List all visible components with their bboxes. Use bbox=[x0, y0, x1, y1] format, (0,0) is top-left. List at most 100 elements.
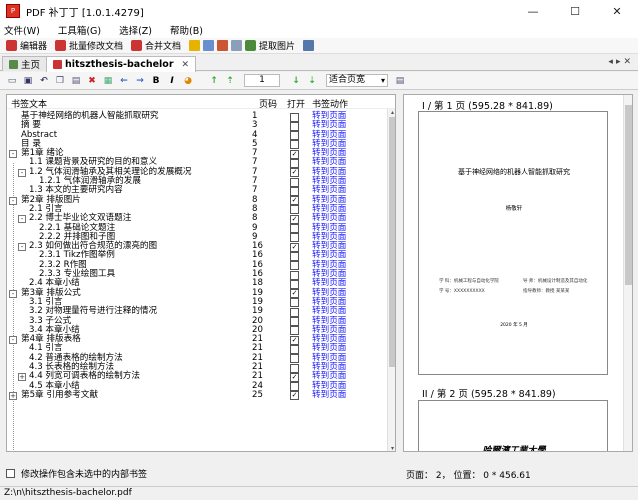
undo-icon[interactable]: ↶ bbox=[38, 75, 50, 87]
page1-header: I / 第 1 页 (595.28 * 841.89) bbox=[422, 101, 553, 112]
scroll-thumb[interactable] bbox=[389, 117, 395, 367]
tab-document[interactable]: hitszthesis-bachelor ✕ bbox=[46, 56, 197, 72]
open-checkbox[interactable] bbox=[290, 363, 299, 373]
merge-button[interactable]: 合并文档 bbox=[131, 39, 181, 52]
insert-icon[interactable]: ▤ bbox=[70, 75, 82, 87]
extract-images-button[interactable]: 提取图片 bbox=[245, 39, 295, 52]
col-page-header[interactable]: 页码 bbox=[259, 97, 277, 110]
open-checkbox[interactable] bbox=[290, 205, 299, 215]
maximize-icon[interactable]: ☐ bbox=[554, 0, 596, 22]
open-checkbox[interactable] bbox=[290, 298, 299, 308]
open-checkbox[interactable] bbox=[290, 121, 299, 131]
collapse-icon[interactable]: - bbox=[9, 150, 17, 159]
tool-icon-4[interactable] bbox=[231, 40, 243, 51]
open-checkbox[interactable] bbox=[290, 186, 299, 196]
bold-icon[interactable]: B bbox=[150, 75, 162, 87]
open-checkbox[interactable] bbox=[290, 251, 299, 261]
open-checkbox[interactable] bbox=[290, 233, 299, 243]
indent-icon[interactable]: ▦ bbox=[102, 75, 114, 87]
open-checkbox[interactable]: ✓ bbox=[290, 391, 299, 401]
menu-select[interactable]: 选择(Z) bbox=[119, 23, 152, 37]
table-row[interactable]: + 第5章 引用参考文献 25 ✓ 转到页面 bbox=[7, 390, 387, 401]
top-icon[interactable]: ⇡ bbox=[224, 75, 236, 87]
open-checkbox[interactable] bbox=[290, 131, 299, 141]
delete-icon[interactable]: ✖ bbox=[86, 75, 98, 87]
batch-modify-button[interactable]: 批量修改文档 bbox=[55, 39, 123, 52]
save-icon[interactable]: ▣ bbox=[22, 75, 34, 87]
bookmark-scrollbar[interactable]: ▴ ▾ bbox=[387, 109, 395, 451]
copy-icon[interactable]: ❐ bbox=[54, 75, 66, 87]
open-checkbox[interactable] bbox=[290, 224, 299, 234]
down-icon[interactable]: ↓ bbox=[290, 75, 302, 87]
include-inner-checkbox[interactable]: 修改操作包含未选中的内部书签 bbox=[6, 467, 147, 480]
right-icon[interactable]: → bbox=[134, 75, 146, 87]
tab-home[interactable]: 主页 bbox=[2, 56, 48, 71]
editor-button[interactable]: 编辑器 bbox=[6, 39, 47, 52]
open-checkbox[interactable] bbox=[290, 344, 299, 354]
open-checkbox[interactable] bbox=[290, 317, 299, 327]
scroll-up-icon[interactable]: ▴ bbox=[389, 109, 395, 116]
page-number-input[interactable]: 1 bbox=[244, 74, 280, 87]
open-checkbox[interactable] bbox=[290, 140, 299, 150]
goto-icon[interactable]: ⇣ bbox=[306, 75, 318, 87]
page1-preview[interactable]: 基于神经网络的机器人智能抓取研究 杨敬轩 学 科：机械工程与自动化学院 导 师：… bbox=[418, 111, 608, 375]
open-checkbox[interactable] bbox=[290, 326, 299, 336]
tab-close-icon[interactable]: ✕ bbox=[182, 60, 190, 70]
menu-file[interactable]: 文件(W) bbox=[4, 23, 40, 37]
open-checkbox[interactable] bbox=[290, 279, 299, 289]
expand-icon[interactable]: + bbox=[9, 391, 17, 400]
collapse-icon[interactable]: - bbox=[18, 243, 26, 252]
minimize-icon[interactable]: — bbox=[512, 0, 554, 22]
collapse-icon[interactable]: - bbox=[9, 196, 17, 205]
open-checkbox[interactable] bbox=[290, 354, 299, 364]
tool-icon-3[interactable] bbox=[217, 40, 229, 51]
bookmark-text[interactable]: 第5章 引用参考文献 bbox=[21, 390, 98, 400]
open-checkbox[interactable] bbox=[290, 261, 299, 271]
open-checkbox[interactable]: ✓ bbox=[290, 196, 299, 206]
new-icon[interactable]: ▭ bbox=[6, 75, 18, 87]
open-checkbox[interactable]: ✓ bbox=[290, 214, 299, 224]
bookmark-action-link[interactable]: 转到页面 bbox=[312, 390, 346, 400]
collapse-icon[interactable]: - bbox=[9, 336, 17, 345]
col-action-header[interactable]: 书签动作 bbox=[312, 97, 348, 110]
expand-icon[interactable]: + bbox=[18, 373, 26, 382]
preview-scrollbar[interactable] bbox=[623, 95, 632, 451]
page-status: 页面： 2， 位置： 0 * 456.61 bbox=[406, 471, 531, 481]
menu-toolbox[interactable]: 工具箱(G) bbox=[58, 23, 101, 37]
scroll-down-icon[interactable]: ▾ bbox=[389, 445, 395, 451]
col-open-header[interactable]: 打开 bbox=[287, 97, 305, 110]
preview-scroll-thumb[interactable] bbox=[625, 105, 632, 285]
open-checkbox[interactable] bbox=[290, 158, 299, 168]
zoom-select[interactable]: 适合页宽 bbox=[326, 74, 388, 87]
collapse-icon[interactable]: - bbox=[9, 289, 17, 298]
open-checkbox[interactable] bbox=[290, 112, 299, 122]
tool-icon-2[interactable] bbox=[203, 40, 215, 51]
italic-icon[interactable]: I bbox=[166, 75, 178, 87]
open-checkbox[interactable]: ✓ bbox=[290, 335, 299, 345]
tool-icon-5[interactable] bbox=[303, 40, 315, 51]
tab-scroll-icons[interactable]: ◂▸✕ bbox=[608, 57, 634, 67]
color-icon[interactable]: ◕ bbox=[182, 75, 194, 87]
page2-preview[interactable]: 哈爾濱工業大學 bbox=[418, 400, 608, 451]
menu-help[interactable]: 帮助(B) bbox=[170, 23, 203, 37]
tool-icon-1[interactable] bbox=[189, 40, 201, 51]
left-icon[interactable]: ← bbox=[118, 75, 130, 87]
open-checkbox[interactable] bbox=[290, 270, 299, 280]
collapse-icon[interactable]: - bbox=[18, 215, 26, 224]
bookmark-page[interactable]: 25 bbox=[252, 390, 263, 400]
open-checkbox[interactable] bbox=[290, 307, 299, 317]
col-text-header[interactable]: 书签文本 bbox=[11, 97, 47, 110]
bookmark-text[interactable]: 基于神经网络的机器人智能抓取研究 bbox=[21, 111, 159, 121]
open-checkbox[interactable]: ✓ bbox=[290, 289, 299, 299]
open-checkbox[interactable]: ✓ bbox=[290, 372, 299, 382]
close-icon[interactable]: ✕ bbox=[596, 0, 638, 22]
view-options-icon[interactable]: ▤ bbox=[394, 75, 406, 87]
open-checkbox[interactable] bbox=[290, 177, 299, 187]
open-checkbox[interactable]: ✓ bbox=[290, 242, 299, 252]
up-icon[interactable]: ↑ bbox=[208, 75, 220, 87]
collapse-icon[interactable]: - bbox=[18, 168, 26, 177]
open-checkbox[interactable]: ✓ bbox=[290, 168, 299, 178]
open-checkbox[interactable]: ✓ bbox=[290, 149, 299, 159]
checkbox-box[interactable] bbox=[6, 469, 15, 478]
open-checkbox[interactable] bbox=[290, 382, 299, 392]
